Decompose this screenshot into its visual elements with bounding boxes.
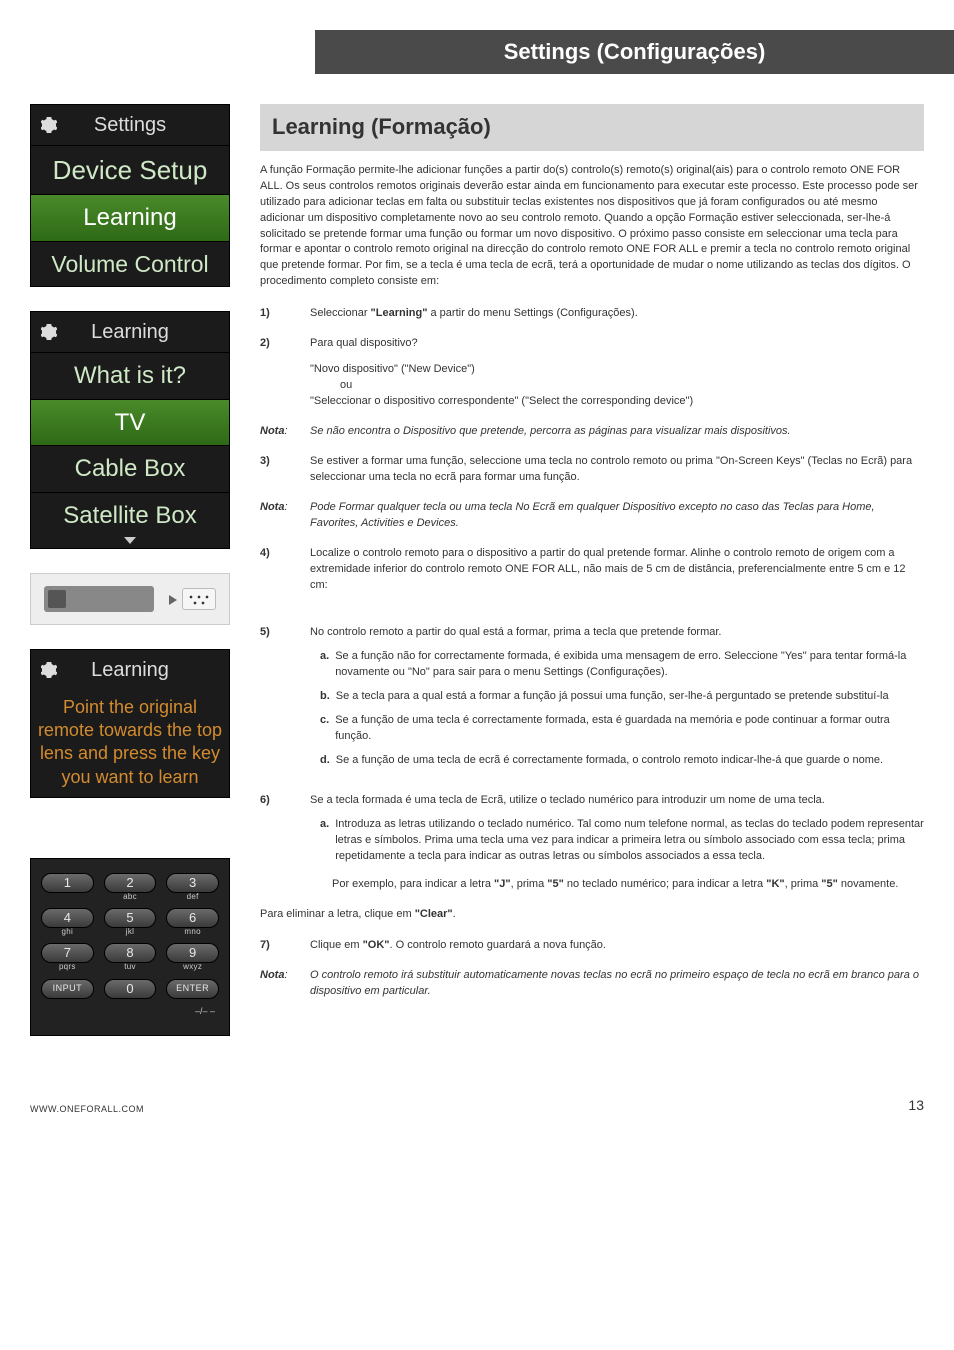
step-6-num: 6) [260,793,290,893]
remote-diagram [30,573,230,625]
step-5a: a.Se a função não for correctamente form… [320,649,924,681]
key-4[interactable]: 4 [41,908,94,928]
instruction-panel-header: Learning [31,650,229,690]
learning-panel: Learning What is it? TV Cable Box Satell… [30,311,230,548]
step-1-body: Seleccionar "Learning" a partir do menu … [310,306,924,322]
section-title: Learning (Formação) [260,104,924,151]
key-1[interactable]: 1 [41,873,94,893]
gear-icon [41,324,57,340]
step-3-num: 3) [260,454,290,486]
menu-cable-box[interactable]: Cable Box [31,445,229,492]
menu-device-setup[interactable]: Device Setup [31,145,229,194]
content: Settings Device Setup Learning Volume Co… [0,104,954,1076]
step-5b: b.Se a tecla para a qual está a formar a… [320,689,924,705]
right-column: Learning (Formação) A função Formação pe… [260,104,924,1036]
step-3: 3) Se estiver a formar uma função, selec… [260,454,924,486]
step-2-num: 2) [260,336,290,410]
menu-what-is-it[interactable]: What is it? [31,352,229,399]
key-2-label: abc [104,891,157,902]
key-9-label: wxyz [166,961,219,972]
gear-icon [41,117,57,133]
settings-panel: Settings Device Setup Learning Volume Co… [30,104,230,287]
key-9[interactable]: 9 [166,943,219,963]
step-6a: a.Introduza as letras utilizando o tecla… [320,817,924,865]
step-5d: d.Se a função de uma tecla de ecrã é cor… [320,753,924,769]
arrow-right-icon [169,595,177,605]
key-5[interactable]: 5 [104,908,157,928]
remote-target-graphic [182,588,216,610]
step-2: 2) Para qual dispositivo? "Novo disposit… [260,336,924,410]
step-7-body: Clique em "OK". O controlo remoto guarda… [310,938,924,954]
key-7-label: pqrs [41,961,94,972]
settings-panel-title: Settings [41,111,219,139]
step-4-body: Localize o controlo remoto para o dispos… [310,546,924,594]
note-1: Nota: Se não encontra o Dispositivo que … [260,424,924,440]
footer-url: WWW.ONEFORALL.COM [30,1103,144,1116]
keypad-footnote: –/– – [166,1005,219,1018]
step-7: 7) Clique em "OK". O controlo remoto gua… [260,938,924,954]
intro-paragraph: A função Formação permite-lhe adicionar … [260,163,924,291]
step-4-num: 4) [260,546,290,594]
key-8[interactable]: 8 [104,943,157,963]
menu-satellite-box-label: Satellite Box [63,502,196,529]
gear-icon [41,662,57,678]
step-5-num: 5) [260,625,290,769]
key-enter[interactable]: ENTER [166,979,219,999]
note-1-body: Se não encontra o Dispositivo que preten… [310,424,924,440]
menu-satellite-box[interactable]: Satellite Box [31,492,229,535]
page-header: Settings (Configurações) [315,30,954,74]
page-title: Settings (Configurações) [504,37,766,68]
learning-panel-title: Learning [41,318,219,346]
instruction-text: Point the original remote towards the to… [31,690,229,798]
key-3[interactable]: 3 [166,873,219,893]
step-4: 4) Localize o controlo remoto para o dis… [260,546,924,594]
clear-note: Para eliminar a letra, clique em "Clear"… [260,907,924,922]
key-4-label: ghi [41,926,94,937]
remote-body-graphic [44,586,154,612]
key-3-label: def [166,891,219,902]
menu-volume-control[interactable]: Volume Control [31,241,229,286]
step-1: 1) Seleccionar "Learning" a partir do me… [260,306,924,322]
left-column: Settings Device Setup Learning Volume Co… [30,104,230,1036]
step-5-body: No controlo remoto a partir do qual está… [310,625,924,769]
step-6-body: Se a tecla formada é uma tecla de Ecrã, … [310,793,924,893]
numeric-keypad: 1 2abc 3def 4ghi 5jkl 6mno 7pqrs 8tuv 9w… [30,858,230,1036]
key-6-label: mno [166,926,219,937]
step-3-body: Se estiver a formar uma função, seleccio… [310,454,924,486]
key-input[interactable]: INPUT [41,979,94,999]
step-1-num: 1) [260,306,290,322]
chevron-down-icon[interactable] [124,537,136,544]
step-6: 6) Se a tecla formada é uma tecla de Ecr… [260,793,924,893]
key-2[interactable]: 2 [104,873,157,893]
note-2-body: Pode Formar qualquer tecla ou uma tecla … [310,500,924,532]
settings-panel-header: Settings [31,105,229,145]
key-5-label: jkl [104,926,157,937]
step-list: 1) Seleccionar "Learning" a partir do me… [260,306,924,1000]
note-3-body: O controlo remoto irá substituir automat… [310,968,924,1000]
instruction-panel-title: Learning [41,656,219,684]
menu-tv[interactable]: TV [31,399,229,446]
page-number: 13 [908,1096,924,1116]
key-8-label: tuv [104,961,157,972]
step-6a-example: Por exemplo, para indicar a letra "J", p… [332,877,924,893]
key-6[interactable]: 6 [166,908,219,928]
note-2: Nota: Pode Formar qualquer tecla ou uma … [260,500,924,532]
step-7-num: 7) [260,938,290,954]
key-0[interactable]: 0 [104,979,157,999]
step-5c: c.Se a função de uma tecla é correctamen… [320,713,924,745]
key-7[interactable]: 7 [41,943,94,963]
learning-panel-header: Learning [31,312,229,352]
instruction-panel: Learning Point the original remote towar… [30,649,230,799]
step-5: 5) No controlo remoto a partir do qual e… [260,625,924,769]
note-3: Nota: O controlo remoto irá substituir a… [260,968,924,1000]
page-footer: WWW.ONEFORALL.COM 13 [0,1076,954,1136]
menu-learning[interactable]: Learning [31,194,229,241]
step-2-body: Para qual dispositivo? "Novo dispositivo… [310,336,924,410]
